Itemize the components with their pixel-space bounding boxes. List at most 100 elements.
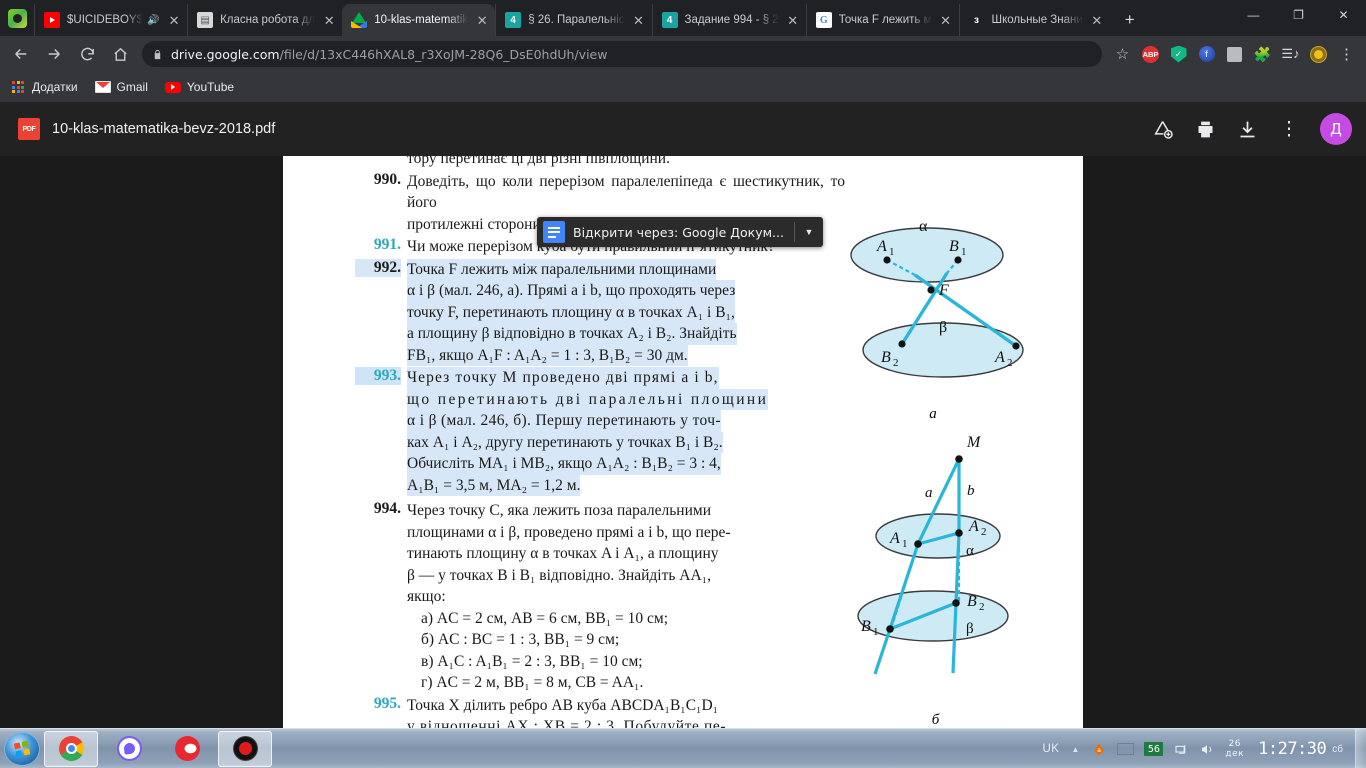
problem-line: Обчисліть MA₁ і MB₂, якщо A₁A₂ : B₁B₂ = … (407, 453, 721, 475)
antivirus-icon[interactable]: a (1091, 742, 1107, 757)
counter-value: 56 (1144, 742, 1164, 756)
svg-text:2: 2 (893, 357, 899, 369)
problem-line: площинами α і β, проведено прямі a і b, … (407, 523, 731, 541)
browser-tab-3[interactable]: 4 § 26. Паралельніс ✕ (495, 4, 651, 36)
add-to-drive-icon[interactable] (1142, 108, 1184, 150)
browser-tab-5[interactable]: G Точка F лежить м ✕ (805, 4, 959, 36)
problem-number: 991. (373, 236, 401, 253)
problem-line: Через точку M проведено дві прямі a і b, (407, 367, 719, 389)
bookmark-label: YouTube (186, 80, 235, 94)
svg-text:2: 2 (981, 526, 987, 538)
figure-label-a2b: A (968, 518, 979, 535)
tab-close-icon[interactable]: ✕ (630, 11, 648, 29)
adblock-plus-icon[interactable]: ABP (1137, 41, 1164, 68)
show-desktop-button[interactable] (1355, 729, 1366, 768)
blue-extension-icon[interactable]: f (1193, 41, 1220, 68)
new-tab-button[interactable]: + (1116, 6, 1144, 34)
problem-line: Точка X ділить ребро AB куба ABCDA₁B₁C₁D… (407, 696, 719, 714)
show-hidden-icons-icon[interactable]: ▲ (1071, 745, 1079, 754)
taskbar-item-opera[interactable] (160, 731, 214, 767)
pdf-action-group: ⋮ Д (1142, 108, 1352, 150)
tab-label: Класна робота дл (220, 14, 316, 26)
taskbar-item-recorder[interactable] (218, 730, 272, 767)
tab-close-icon[interactable]: ✕ (784, 11, 802, 29)
window-minimize-button[interactable]: — (1231, 0, 1276, 30)
chevron-down-icon[interactable]: ▼ (795, 227, 823, 237)
pdf-file-name-group: PDF 10-klas-matematika-bevz-2018.pdf (18, 118, 1142, 140)
problem-line: а площину β відповідно в точках A₂ і B₂.… (407, 323, 737, 345)
gray-extension-icon[interactable] (1221, 41, 1248, 68)
puzzle-icon[interactable]: 🧩 (1249, 41, 1276, 68)
pdf-page-content: 989. Площини α і β перетинаються. Доведі… (283, 102, 1083, 728)
more-options-icon[interactable]: ⋮ (1268, 108, 1310, 150)
shield-icon[interactable]: ✓ (1165, 41, 1192, 68)
forward-icon[interactable] (39, 39, 69, 69)
bookmark-item-gmail[interactable]: Gmail (94, 79, 148, 95)
windows-start-icon[interactable] (4, 731, 40, 766)
problem-995: 995. Точка X ділить ребро AB куба ABCDA₁… (355, 695, 827, 729)
tab-close-icon[interactable]: ✕ (165, 11, 183, 29)
network-icon[interactable] (1173, 742, 1189, 757)
tab-close-icon[interactable]: ✕ (473, 11, 491, 29)
lock-icon (152, 48, 163, 61)
opera-icon (174, 736, 200, 761)
ukraine-flag-icon[interactable] (1117, 743, 1135, 755)
home-icon[interactable] (105, 39, 135, 69)
browser-tab-6[interactable]: з Школьные Знани ✕ (958, 4, 1110, 36)
tab-close-icon[interactable]: ✕ (320, 11, 338, 29)
address-bar[interactable]: drive.google.com/file/d/13xC446hXAL8_r3X… (142, 41, 1102, 67)
window-maximize-button[interactable]: ❐ (1276, 0, 1321, 30)
problem-list: 989. Площини α і β перетинаються. Доведі… (355, 102, 845, 728)
chrome-icon (58, 736, 84, 761)
tab-close-icon[interactable]: ✕ (1088, 11, 1106, 29)
print-icon[interactable] (1184, 108, 1226, 150)
counter-56-icon[interactable]: 56 (1144, 742, 1164, 756)
tab-label: Школьные Знани (991, 14, 1083, 26)
date-month: дек (1225, 749, 1245, 759)
playlist-icon[interactable]: ☰♪ (1277, 41, 1304, 68)
profile-avatar-icon[interactable] (1305, 41, 1332, 68)
tab-close-icon[interactable]: ✕ (937, 11, 955, 29)
download-icon[interactable] (1226, 108, 1268, 150)
open-with-google-docs-popup[interactable]: Відкрити через: Google Докум... ▼ (537, 217, 823, 247)
language-indicator[interactable]: UK (1043, 743, 1060, 755)
taskbar-item-viber[interactable] (102, 731, 156, 767)
volume-icon[interactable] (1199, 742, 1215, 757)
viber-icon (116, 736, 142, 761)
clock[interactable]: 1:27:30 (1258, 739, 1327, 759)
tab-label: Задание 994 - § 2 (684, 14, 779, 26)
sublist-item: в) A₁C : A₁B₁ = 2 : 3, BB₁ = 10 см; (421, 652, 643, 670)
browser-menu-icon[interactable]: ⋮ (1333, 41, 1360, 68)
browser-tab-0[interactable]: $UICIDEBOY$ 🔊 ✕ (34, 4, 187, 36)
avatar[interactable]: Д (1320, 113, 1352, 145)
window-controls: — ❐ ✕ (1231, 0, 1366, 30)
document-icon: ▤ (197, 12, 214, 28)
reload-icon[interactable] (72, 39, 102, 69)
taskbar-item-chrome[interactable] (44, 730, 98, 767)
window-close-button[interactable]: ✕ (1321, 0, 1366, 30)
back-icon[interactable] (6, 39, 36, 69)
browser-tab-1[interactable]: ▤ Класна робота дл ✕ (187, 4, 342, 36)
browser-tab-4[interactable]: 4 Задание 994 - § 2 ✕ (651, 4, 806, 36)
problem-line: що перетинають дві паралельні площини (407, 388, 769, 410)
svg-text:2: 2 (979, 601, 985, 613)
bookmark-star-icon[interactable]: ☆ (1109, 41, 1136, 68)
problem-text: Точка F лежить між паралельними площинам… (407, 258, 832, 366)
screen-recorder-icon (232, 736, 258, 761)
figure-246a: α A 1 B 1 F β B 2 A 2 а (843, 207, 1073, 423)
browser-tab-2-active[interactable]: 10-klas-matematik ✕ (342, 4, 496, 36)
bookmark-item-apps[interactable]: Додатки (10, 79, 78, 95)
system-tray: UK ▲ a 56 26 дек 1:27:30 сб (1043, 729, 1366, 768)
url-domain: drive.google.com (171, 46, 280, 62)
figure-label-b1: B (949, 238, 959, 255)
svg-text:1: 1 (873, 626, 879, 638)
date-indicator[interactable]: 26 дек (1225, 739, 1244, 759)
bookmark-item-youtube[interactable]: YouTube (164, 79, 235, 95)
svg-text:1: 1 (902, 538, 908, 550)
figure-label-line-a: a (925, 485, 933, 501)
browser-tab-strip: $UICIDEBOY$ 🔊 ✕ ▤ Класна робота дл ✕ 10-… (0, 0, 1366, 36)
tab-mute-icon[interactable]: 🔊 (147, 15, 160, 26)
problem-number: 995. (373, 694, 401, 712)
figure-246a-graphic: α A 1 B 1 F β B 2 A 2 (850, 218, 1024, 378)
tab-label: Точка F лежить м (838, 14, 932, 26)
